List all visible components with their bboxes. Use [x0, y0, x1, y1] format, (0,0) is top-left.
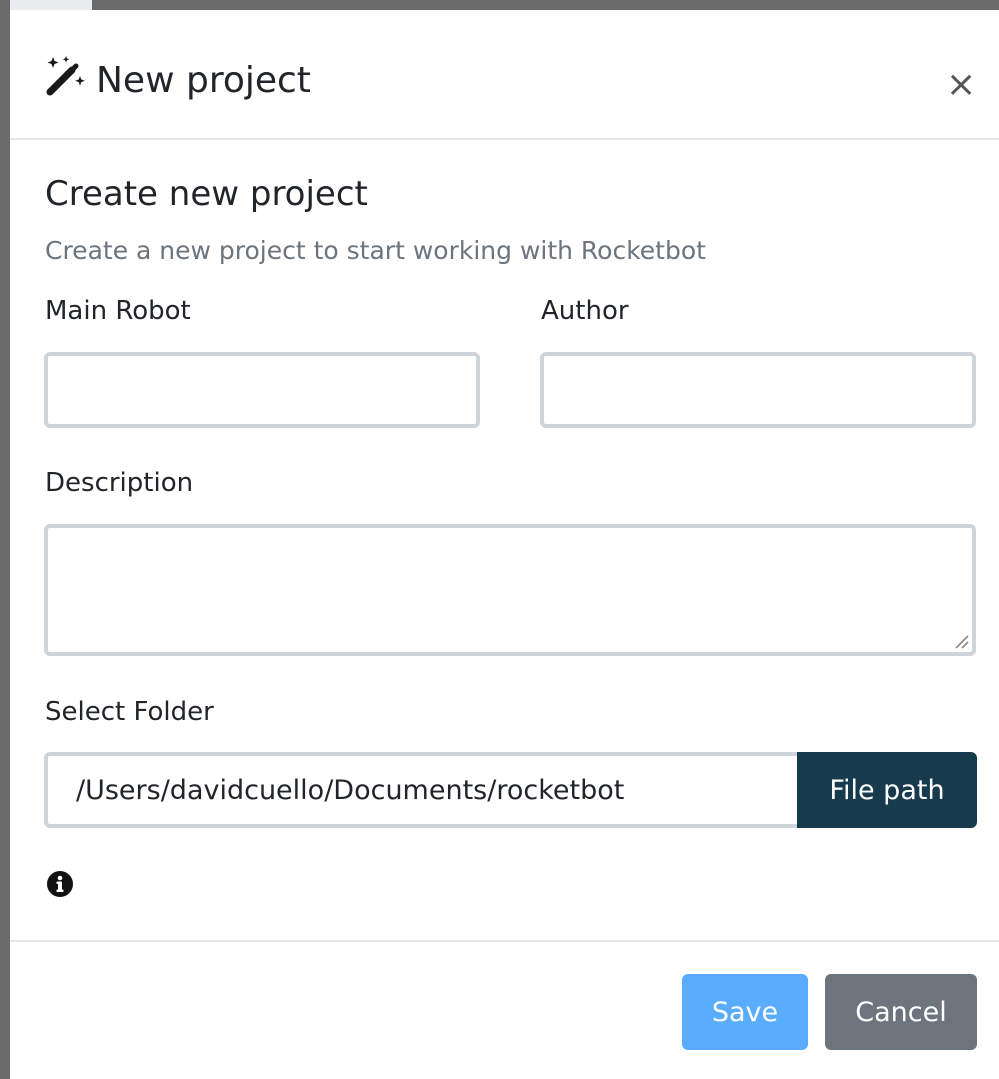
new-project-modal: New project × Create new project Create … [0, 0, 999, 1079]
main-robot-label: Main Robot [45, 296, 191, 326]
info-circle-icon[interactable] [46, 870, 74, 898]
form-heading: Create new project [45, 174, 368, 214]
window-left-edge [0, 0, 10, 1079]
description-textarea[interactable] [44, 524, 976, 656]
description-label: Description [45, 468, 194, 498]
main-robot-input[interactable] [44, 352, 480, 428]
folder-path-input[interactable] [44, 752, 798, 828]
select-folder-label: Select Folder [45, 697, 214, 727]
magic-wand-icon [46, 56, 85, 96]
footer-divider [10, 940, 999, 942]
form-subheading: Create a new project to start working wi… [45, 236, 706, 265]
file-path-button[interactable]: File path [797, 752, 977, 828]
resize-grip-icon[interactable] [952, 632, 970, 650]
window-top-edge [0, 0, 999, 10]
cancel-button[interactable]: Cancel [825, 974, 977, 1050]
modal-title: New project [96, 60, 311, 101]
author-label: Author [541, 296, 629, 326]
author-input[interactable] [540, 352, 976, 428]
close-icon[interactable]: × [946, 67, 976, 103]
modal-header: New project × [10, 10, 999, 140]
save-button[interactable]: Save [682, 974, 808, 1050]
